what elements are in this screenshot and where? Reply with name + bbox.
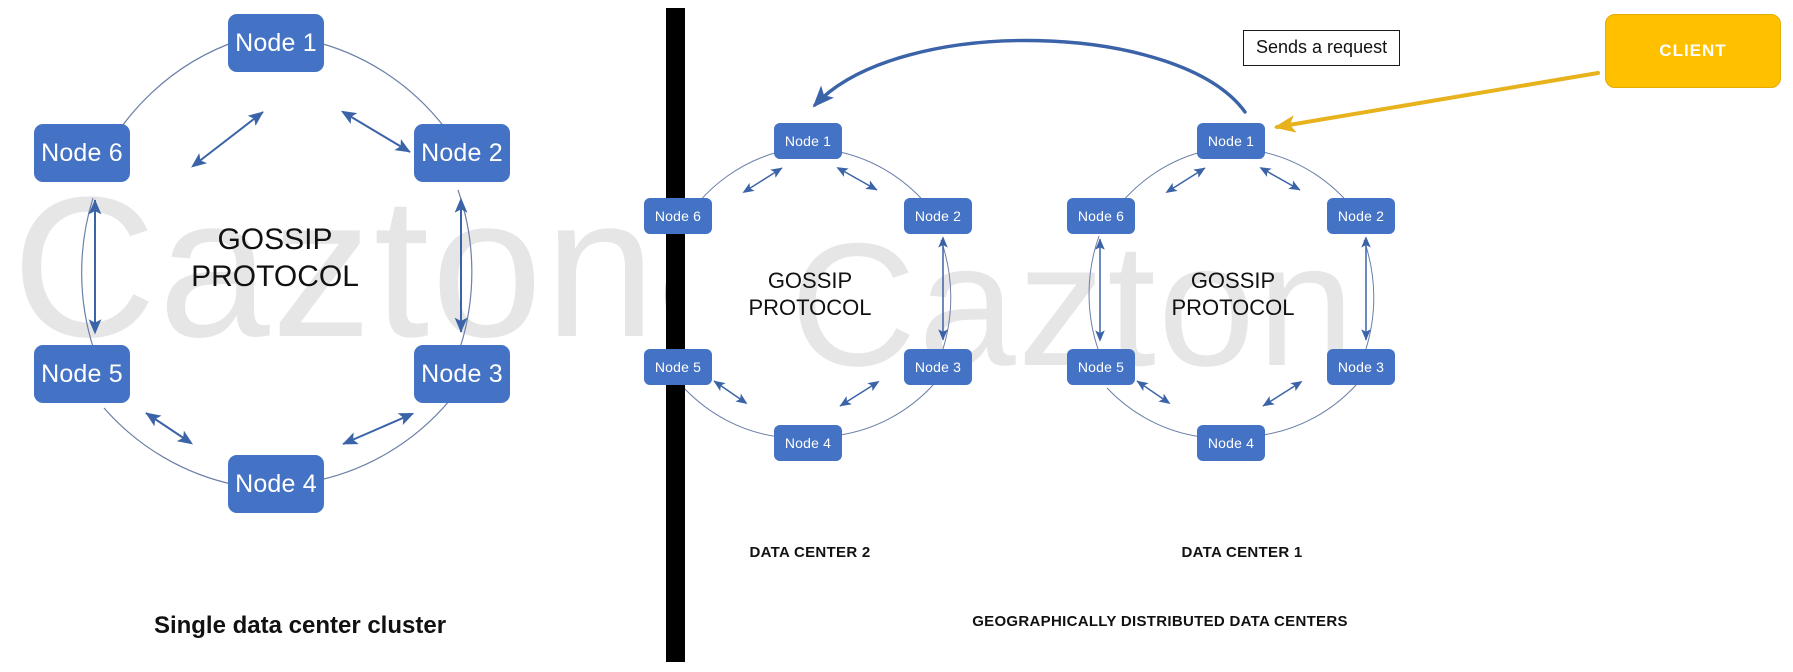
diagram-canvas: Cazton Cazton Node 1 Node 2 Node 3 Node …: [0, 0, 1793, 672]
client-request-arrow: [1273, 71, 1600, 133]
dc2-title: GOSSIP PROTOCOL: [748, 268, 872, 320]
left-cluster-title: GOSSIP PROTOCOL: [191, 223, 359, 293]
dc2-node-3[interactable]: Node 3: [904, 349, 972, 385]
dc1-title: GOSSIP PROTOCOL: [1171, 268, 1295, 320]
dc1-node-4[interactable]: Node 4: [1197, 425, 1265, 461]
dc2-node-2[interactable]: Node 2: [904, 198, 972, 234]
left-node-6[interactable]: Node 6: [34, 124, 130, 182]
left-node-5[interactable]: Node 5: [34, 345, 130, 403]
dc2-node-6[interactable]: Node 6: [644, 198, 712, 234]
dc1-node-1[interactable]: Node 1: [1197, 123, 1265, 159]
right-panel-caption: GEOGRAPHICALLY DISTRIBUTED DATA CENTERS: [972, 613, 1348, 630]
left-node-1[interactable]: Node 1: [228, 14, 324, 72]
dc1-label: DATA CENTER 1: [1181, 544, 1303, 561]
panel-divider: [666, 8, 685, 662]
left-panel-caption: Single data center cluster: [153, 612, 447, 639]
dc1-node-5[interactable]: Node 5: [1067, 349, 1135, 385]
client-box[interactable]: CLIENT: [1605, 14, 1781, 88]
sends-request-label: Sends a request: [1243, 30, 1401, 66]
left-node-4[interactable]: Node 4: [228, 455, 324, 513]
dc2-node-5[interactable]: Node 5: [644, 349, 712, 385]
left-node-2[interactable]: Node 2: [414, 124, 510, 182]
dc2-label: DATA CENTER 2: [749, 544, 871, 561]
left-node-3[interactable]: Node 3: [414, 345, 510, 403]
dc1-node-2[interactable]: Node 2: [1327, 198, 1395, 234]
dc2-node-1[interactable]: Node 1: [774, 123, 842, 159]
dc1-node-3[interactable]: Node 3: [1327, 349, 1395, 385]
inter-datacenter-arrow: [812, 38, 1247, 114]
dc2-node-4[interactable]: Node 4: [774, 425, 842, 461]
dc1-node-6[interactable]: Node 6: [1067, 198, 1135, 234]
